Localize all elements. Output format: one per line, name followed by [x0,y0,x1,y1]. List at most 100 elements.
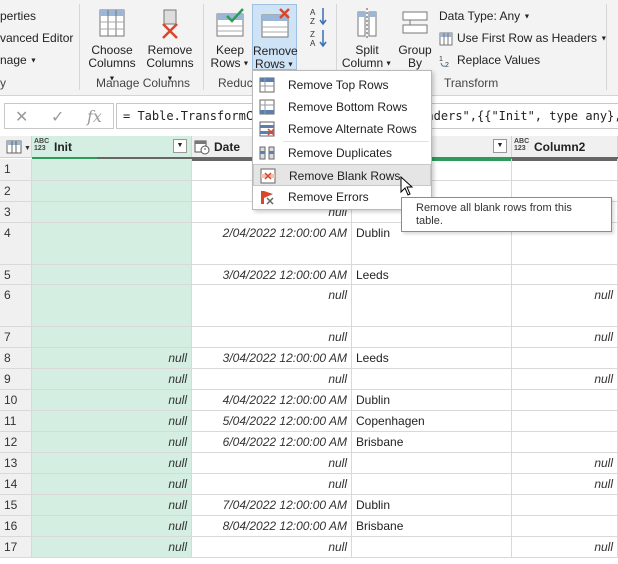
advanced-editor-button[interactable]: vanced Editor [0,31,73,45]
replace-values-button[interactable]: 1 2 Replace Values [439,53,540,69]
use-first-row-button[interactable]: Use First Row as Headers ▼ [439,31,607,46]
cell-city[interactable]: Dublin [352,390,512,410]
column-header-column2[interactable]: ABC 123 Column2 [512,136,618,161]
cell-date[interactable]: 4/04/2022 12:00:00 AM [192,390,352,410]
table-row[interactable]: 12 null 6/04/2022 12:00:00 AM Brisbane [0,432,618,453]
cell-date[interactable]: 8/04/2022 12:00:00 AM [192,516,352,536]
cell-city[interactable] [352,369,512,389]
table-row[interactable]: 16 null 8/04/2022 12:00:00 AM Brisbane [0,516,618,537]
cancel-formula-icon[interactable]: ✕ [15,107,28,127]
cell-date[interactable]: null [192,369,352,389]
row-number[interactable]: 15 [0,495,32,515]
row-number[interactable]: 11 [0,411,32,431]
table-row[interactable]: 13 null null null [0,453,618,474]
cell-init[interactable]: null [32,537,192,557]
cell-column2[interactable]: null [512,285,618,326]
manage-button[interactable]: nage ▼ [0,53,37,67]
keep-rows-button[interactable]: Keep Rows ▼ [208,4,252,70]
row-number[interactable]: 10 [0,390,32,410]
cell-date[interactable]: null [192,285,352,326]
cell-column2[interactable]: null [512,474,618,494]
choose-columns-button[interactable]: Choose Columns ▼ [84,4,140,82]
cell-init[interactable]: null [32,432,192,452]
cell-column2[interactable] [512,390,618,410]
menu-item-remove-top-rows[interactable]: Remove Top Rows [253,74,431,96]
cell-city[interactable]: Brisbane [352,516,512,536]
sort-ascending-icon[interactable]: AZ [308,6,328,26]
cell-init[interactable]: null [32,495,192,515]
cell-init[interactable] [32,181,192,201]
row-number[interactable]: 14 [0,474,32,494]
cell-column2[interactable]: null [512,453,618,473]
cell-column2[interactable] [512,411,618,431]
cell-init[interactable]: null [32,411,192,431]
table-row[interactable]: 6 null null [0,285,618,327]
cell-init[interactable]: null [32,369,192,389]
column-filter-button[interactable]: ▼ [173,139,187,153]
cell-column2[interactable]: null [512,327,618,347]
row-number[interactable]: 6 [0,285,32,326]
cell-init[interactable]: null [32,453,192,473]
cell-column2[interactable] [512,159,618,180]
cell-city[interactable] [352,537,512,557]
sort-descending-icon[interactable]: ZA [308,28,328,48]
cell-city[interactable]: Dublin [352,495,512,515]
cell-column2[interactable] [512,348,618,368]
table-row[interactable]: 8 null 3/04/2022 12:00:00 AM Leeds [0,348,618,369]
table-row[interactable]: 14 null null null [0,474,618,495]
cell-init[interactable]: null [32,390,192,410]
properties-button[interactable]: perties [0,9,36,23]
cell-init[interactable] [32,285,192,326]
table-row[interactable]: 15 null 7/04/2022 12:00:00 AM Dublin [0,495,618,516]
row-number[interactable]: 1 [0,159,32,180]
cell-date[interactable]: 2/04/2022 12:00:00 AM [192,223,352,264]
menu-item-remove-alternate-rows[interactable]: Remove Alternate Rows [253,118,431,140]
cell-date[interactable]: 6/04/2022 12:00:00 AM [192,432,352,452]
column-filter-button[interactable]: ▼ [493,139,507,153]
row-number[interactable]: 8 [0,348,32,368]
cell-column2[interactable]: null [512,537,618,557]
fx-icon[interactable]: fx [87,107,102,126]
row-number[interactable]: 3 [0,202,32,222]
cell-city[interactable] [352,285,512,326]
row-number[interactable]: 4 [0,223,32,264]
table-row[interactable]: 9 null null null [0,369,618,390]
cell-date[interactable]: null [192,453,352,473]
cell-city[interactable] [352,474,512,494]
cell-city[interactable] [352,327,512,347]
cell-column2[interactable] [512,432,618,452]
cell-column2[interactable] [512,265,618,284]
data-type-dropdown[interactable]: Data Type: Any ▼ [439,9,530,23]
cell-date[interactable]: 3/04/2022 12:00:00 AM [192,348,352,368]
row-number[interactable]: 13 [0,453,32,473]
cell-init[interactable]: null [32,474,192,494]
remove-columns-button[interactable]: Remove Columns ▼ [142,4,198,82]
table-row[interactable]: 10 null 4/04/2022 12:00:00 AM Dublin [0,390,618,411]
table-row[interactable]: 5 3/04/2022 12:00:00 AM Leeds [0,265,618,285]
column-header-init[interactable]: ABC 123 Init ▼ [32,136,192,161]
cell-date[interactable]: 5/04/2022 12:00:00 AM [192,411,352,431]
cell-city[interactable]: Leeds [352,348,512,368]
cell-date[interactable]: null [192,537,352,557]
row-number[interactable]: 7 [0,327,32,347]
cell-date[interactable]: 3/04/2022 12:00:00 AM [192,265,352,284]
row-number[interactable]: 16 [0,516,32,536]
table-row[interactable]: 11 null 5/04/2022 12:00:00 AM Copenhagen [0,411,618,432]
cell-init[interactable] [32,327,192,347]
row-number[interactable]: 12 [0,432,32,452]
cell-init[interactable] [32,223,192,264]
cell-date[interactable]: null [192,327,352,347]
row-number[interactable]: 5 [0,265,32,284]
cell-column2[interactable] [512,516,618,536]
cell-date[interactable]: 7/04/2022 12:00:00 AM [192,495,352,515]
cell-init[interactable]: null [32,516,192,536]
menu-item-remove-duplicates[interactable]: Remove Duplicates [253,142,431,164]
cell-init[interactable] [32,265,192,284]
group-by-button[interactable]: Group By [396,4,434,70]
cell-city[interactable] [352,453,512,473]
table-row[interactable]: 17 null null null [0,537,618,558]
table-select-corner[interactable]: ▼ [0,136,32,158]
cell-date[interactable]: null [192,474,352,494]
cell-column2[interactable] [512,495,618,515]
cell-init[interactable] [32,159,192,180]
